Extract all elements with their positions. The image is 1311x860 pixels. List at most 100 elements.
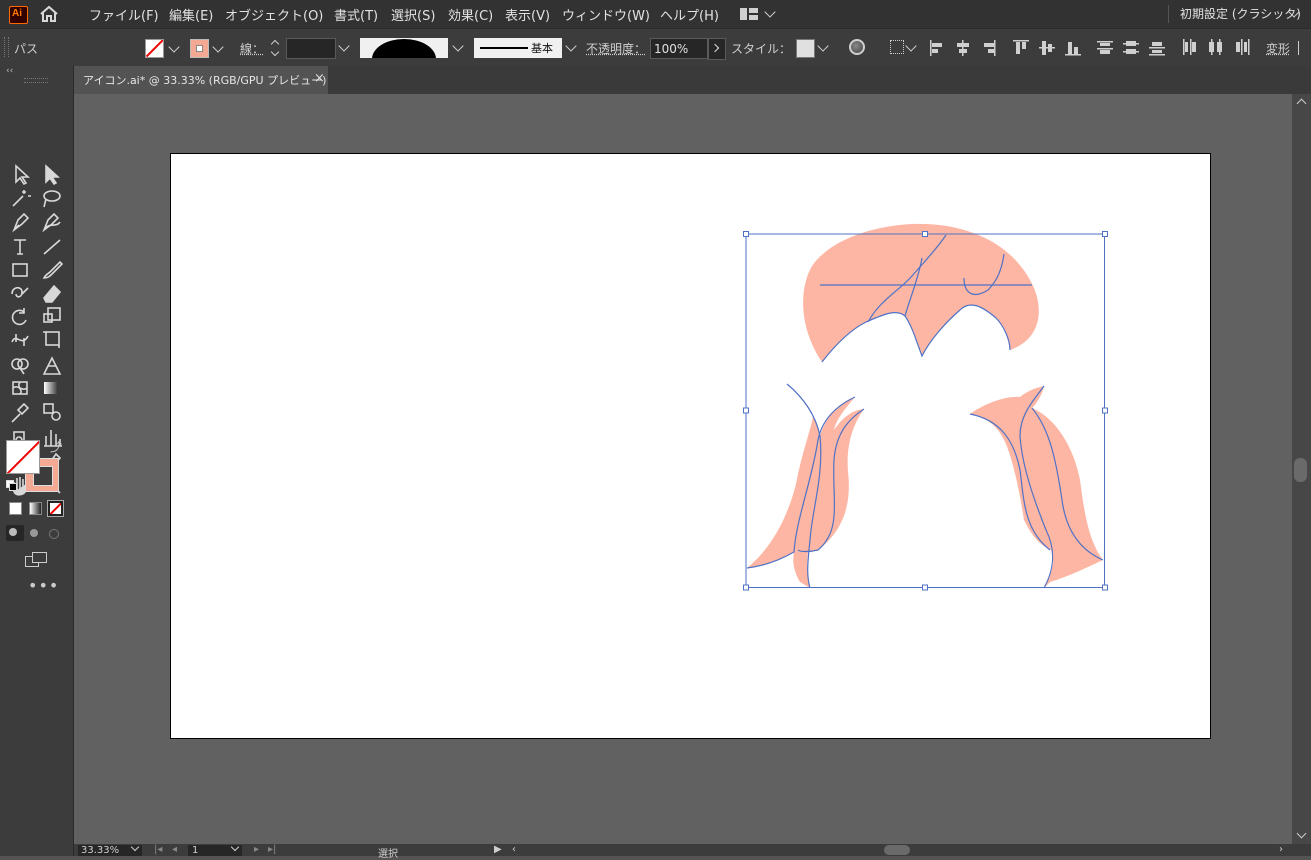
opacity-input[interactable]: 100% <box>650 38 708 59</box>
scroll-down-arrow-icon[interactable] <box>1296 828 1307 839</box>
home-icon[interactable] <box>39 5 59 23</box>
rotate-tool-icon[interactable] <box>11 308 27 326</box>
stroke-profile-dropdown[interactable]: 基本 <box>474 38 562 58</box>
align-vcenter-icon[interactable] <box>1039 41 1055 55</box>
document-tab[interactable]: アイコン.ai* @ 33.33% (RGB/GPU プレビュー) × <box>74 66 328 94</box>
horizontal-scroll-thumb[interactable] <box>884 845 910 855</box>
chevron-down-icon[interactable] <box>212 41 224 53</box>
chevron-down-icon[interactable] <box>168 41 180 53</box>
panel-grip[interactable] <box>24 78 48 83</box>
menu-object[interactable]: オブジェクト(O) <box>225 5 323 24</box>
scroll-left-arrow-icon[interactable]: ‹ <box>512 844 516 855</box>
line-segment-tool-icon[interactable] <box>43 239 61 255</box>
panel-grip[interactable] <box>4 37 9 57</box>
artboard[interactable] <box>170 153 1211 739</box>
curvature-tool-icon[interactable] <box>42 212 61 233</box>
chevron-down-icon[interactable] <box>338 40 350 52</box>
current-tool-status[interactable]: 選択 <box>378 845 398 860</box>
distribute-left-icon[interactable] <box>1183 39 1196 55</box>
draw-normal-button[interactable] <box>6 525 24 541</box>
menu-view[interactable]: 表示(V) <box>505 5 550 24</box>
fill-none-swatch[interactable] <box>145 39 164 58</box>
magic-wand-tool-icon[interactable] <box>12 190 31 207</box>
status-menu-arrow-icon[interactable]: ▶ <box>494 844 502 855</box>
first-page-icon[interactable]: |◂ <box>154 844 162 855</box>
graphic-style-swatch[interactable] <box>796 39 815 58</box>
free-transform-tool-icon[interactable] <box>43 331 60 348</box>
none-mode-button[interactable] <box>47 500 64 517</box>
align-hcenter-icon[interactable] <box>957 40 969 56</box>
distribute-bottom-icon[interactable] <box>1149 42 1165 56</box>
chevron-down-icon[interactable] <box>452 40 464 52</box>
distribute-top-icon[interactable] <box>1097 41 1113 54</box>
close-icon[interactable]: × <box>314 71 325 86</box>
last-page-icon[interactable]: ▸| <box>268 844 276 855</box>
menu-window[interactable]: ウィンドウ(W) <box>562 5 650 24</box>
chevron-down-icon[interactable] <box>905 40 917 52</box>
panel-overflow-icon[interactable] <box>1298 41 1309 55</box>
gradient-tool-icon[interactable] <box>44 382 58 394</box>
shaper-tool-icon[interactable] <box>11 286 29 298</box>
transform-label[interactable]: 変形 <box>1266 40 1290 57</box>
color-mode-button[interactable] <box>9 502 22 515</box>
control-bar: パス 線： 基本 不透明度： 100% スタイル： 変形 <box>0 28 1311 67</box>
zoom-value: 33.33% <box>81 845 120 856</box>
blend-tool-icon[interactable] <box>43 403 61 421</box>
chevron-down-icon[interactable] <box>565 40 577 52</box>
scroll-thumb[interactable] <box>1294 458 1307 482</box>
next-page-icon[interactable]: ▸ <box>254 844 259 855</box>
eyedropper-tool-icon[interactable] <box>11 402 30 423</box>
workspace-switcher[interactable]: 初期設定 (クラシック) <box>1180 5 1301 22</box>
type-tool-icon[interactable] <box>14 239 26 255</box>
draw-behind-button[interactable] <box>28 527 42 539</box>
eraser-tool-icon[interactable] <box>43 284 62 303</box>
pen-tool-icon[interactable] <box>12 212 30 233</box>
edit-toolbar-icon[interactable]: ••• <box>28 576 59 595</box>
gradient-mode-button[interactable] <box>29 502 42 515</box>
align-to-selection-icon[interactable] <box>890 40 904 54</box>
mesh-tool-icon[interactable] <box>12 381 28 395</box>
recolor-artwork-icon[interactable] <box>849 39 865 55</box>
scale-tool-icon[interactable] <box>43 307 61 323</box>
menu-select[interactable]: 選択(S) <box>391 5 435 24</box>
stroke-weight-input[interactable] <box>286 38 336 59</box>
chevron-down-icon[interactable] <box>817 40 829 52</box>
prev-page-icon[interactable]: ◂ <box>172 844 177 855</box>
rectangle-tool-icon[interactable] <box>12 263 28 277</box>
stroke-swatch[interactable] <box>190 39 209 58</box>
default-fill-stroke-icon[interactable] <box>6 480 17 491</box>
opacity-chevron-right-icon[interactable] <box>708 38 726 60</box>
distribute-right-icon[interactable] <box>1236 39 1250 55</box>
direct-selection-tool-icon[interactable] <box>45 164 61 186</box>
scroll-right-arrow-icon[interactable]: › <box>1279 844 1283 855</box>
width-tool-icon[interactable] <box>11 334 29 346</box>
perspective-grid-tool-icon[interactable] <box>42 356 62 375</box>
workspace-layout-icon[interactable] <box>740 8 758 20</box>
menu-edit[interactable]: 編集(E) <box>169 5 213 24</box>
stroke-weight-stepper[interactable] <box>270 39 282 57</box>
vertical-scrollbar[interactable] <box>1292 94 1311 844</box>
align-left-icon[interactable] <box>930 40 942 56</box>
selection-tool-icon[interactable] <box>15 164 31 186</box>
chevron-down-icon[interactable] <box>764 6 776 18</box>
align-right-icon[interactable] <box>984 40 996 56</box>
align-top-icon[interactable] <box>1013 40 1029 54</box>
lasso-tool-icon[interactable] <box>43 190 61 208</box>
swap-fill-stroke-icon[interactable]: ⤴ <box>50 438 62 455</box>
distribute-vcenter-icon[interactable] <box>1123 41 1139 54</box>
opacity-label[interactable]: 不透明度： <box>586 40 646 57</box>
menu-effect[interactable]: 効果(C) <box>448 5 493 24</box>
scroll-up-arrow-icon[interactable] <box>1296 98 1307 109</box>
draw-inside-button[interactable] <box>47 527 61 539</box>
menu-type[interactable]: 書式(T) <box>334 5 378 24</box>
paintbrush-tool-icon[interactable] <box>42 260 64 279</box>
brush-definition-preview[interactable] <box>360 38 448 58</box>
fill-color-box[interactable] <box>6 440 40 474</box>
screen-mode-icon[interactable] <box>25 552 47 567</box>
distribute-hcenter-icon[interactable] <box>1209 39 1222 55</box>
shape-builder-tool-icon[interactable] <box>11 358 29 375</box>
collapse-panel-icon[interactable]: ‹‹ <box>6 66 13 76</box>
align-bottom-icon[interactable] <box>1065 42 1081 56</box>
menu-file[interactable]: ファイル(F) <box>89 5 159 24</box>
menu-help[interactable]: ヘルプ(H) <box>660 5 719 24</box>
